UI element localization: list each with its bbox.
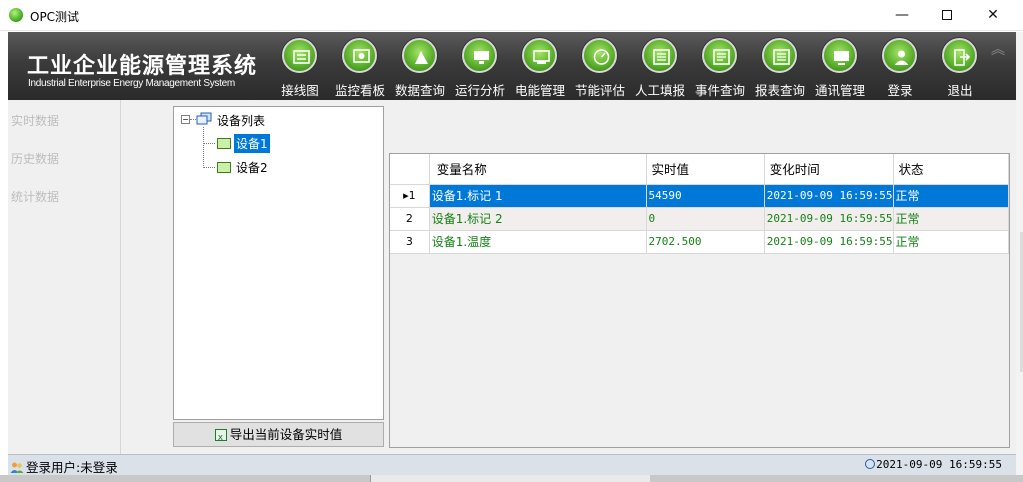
run-analysis-icon (462, 38, 497, 73)
collapse-header-icon[interactable]: ︽ (986, 38, 1010, 62)
data-query-icon (402, 38, 437, 73)
tree-root-label[interactable]: 设备列表 (217, 112, 265, 129)
table-row[interactable]: 2 设备1.标记 2 0 2021-09-09 16:59:55 正常 (390, 207, 1010, 231)
report-query-icon (762, 38, 797, 73)
communication-icon (822, 38, 857, 73)
device-list-icon (196, 112, 212, 126)
nav-item-report-query[interactable]: 报表查询 (750, 36, 810, 100)
row-header[interactable]: 3 (390, 230, 430, 254)
nav-item-communication[interactable]: 通讯管理 (810, 36, 870, 100)
window-title: OPC测试 (30, 10, 80, 24)
maximize-icon (942, 10, 952, 20)
cell-status[interactable]: 正常 (893, 207, 1010, 231)
event-query-icon (702, 38, 737, 73)
nav-item-energy-saving[interactable]: 节能评估 (570, 36, 630, 100)
login-icon (882, 38, 917, 73)
status-user-label: 登录用户:未登录 (26, 460, 118, 475)
exit-icon (942, 38, 977, 73)
energy-management-icon (522, 38, 557, 73)
excel-icon (214, 427, 227, 450)
window-title-bar: OPC测试 — ✕ (0, 0, 1023, 31)
col-header-value[interactable]: 实时值 (646, 154, 765, 185)
window-edge (1016, 32, 1023, 475)
cell-value[interactable]: 0 (646, 207, 765, 231)
energy-saving-icon (582, 38, 617, 73)
row-header[interactable]: 2 (390, 207, 430, 231)
device-icon (217, 138, 231, 149)
left-menu-item-history[interactable]: 历史数据 (11, 150, 59, 167)
col-header-name[interactable]: 变量名称 (429, 154, 647, 185)
tree-collapse-toggle[interactable]: − (181, 115, 190, 124)
users-icon (10, 461, 24, 474)
nav-item-manual-entry[interactable]: 人工填报 (630, 36, 690, 100)
wiring-diagram-icon (282, 38, 317, 73)
table-row[interactable]: 3 设备1.温度 2702.500 2021-09-09 16:59:55 正常 (390, 230, 1010, 254)
left-menu-item-realtime[interactable]: 实时数据 (11, 112, 59, 129)
cell-name[interactable]: 设备1.标记 2 (429, 207, 647, 231)
export-realtime-button[interactable]: 导出当前设备实时值 (173, 422, 384, 450)
cell-name[interactable]: 设备1.标记 1 (429, 184, 647, 208)
tree-item-device-2[interactable]: 设备2 (234, 158, 270, 177)
nav-item-event-query[interactable]: 事件查询 (690, 36, 750, 100)
grid-corner-cell[interactable] (390, 154, 430, 185)
nav-item-wiring-diagram[interactable]: 接线图 (270, 36, 330, 100)
col-header-status[interactable]: 状态 (893, 154, 1010, 185)
clock-icon (865, 459, 876, 469)
nav-item-exit[interactable]: 退出 (930, 36, 990, 100)
cell-name[interactable]: 设备1.温度 (429, 230, 647, 254)
left-menu-item-statistics[interactable]: 统计数据 (11, 188, 59, 205)
cell-value[interactable]: 54590 (646, 184, 765, 208)
export-button-label: 导出当前设备实时值 (229, 427, 343, 442)
left-menu: 实时数据 历史数据 统计数据 (8, 100, 121, 454)
device-tree: − 设备列表 设备1 设备2 (173, 106, 384, 420)
maximize-button[interactable] (924, 0, 970, 31)
monitor-board-icon (342, 38, 377, 73)
nav-item-energy-management[interactable]: 电能管理 (510, 36, 570, 100)
nav-item-data-query[interactable]: 数据查询 (390, 36, 450, 100)
grid-header-row: 变量名称 实时值 变化时间 状态 (390, 154, 1010, 185)
nav-item-run-analysis[interactable]: 运行分析 (450, 36, 510, 100)
manual-entry-icon (642, 38, 677, 73)
status-bar: 登录用户:未登录 2021-09-09 16:59:55 (8, 454, 1016, 475)
nav-item-label: 退出 (947, 83, 973, 98)
minimize-button[interactable]: — (879, 0, 925, 31)
nav-item-login[interactable]: 登录 (870, 36, 930, 100)
background-window-strip (0, 475, 1023, 482)
status-user: 登录用户:未登录 (10, 457, 118, 476)
tree-item-device-1[interactable]: 设备1 (234, 134, 270, 153)
cell-value[interactable]: 2702.500 (646, 230, 765, 254)
app-name: 工业企业能源管理系统 (27, 54, 258, 79)
status-time: 2021-09-09 16:59:55 (865, 458, 1002, 471)
app-subname: Industrial Enterprise Energy Management … (28, 78, 235, 89)
col-header-time[interactable]: 变化时间 (764, 154, 894, 185)
cell-time[interactable]: 2021-09-09 16:59:55 (764, 184, 894, 208)
tree-line (203, 143, 215, 144)
nav-item-monitor-board[interactable]: 监控看板 (330, 36, 390, 100)
app-header: 工业企业能源管理系统 Industrial Enterprise Energy … (8, 32, 1016, 100)
cell-status[interactable]: 正常 (893, 184, 1010, 208)
close-button[interactable]: ✕ (970, 0, 1016, 31)
tree-line (203, 167, 215, 168)
app-icon (9, 8, 23, 22)
device-icon (217, 162, 231, 173)
cell-time[interactable]: 2021-09-09 16:59:55 (764, 207, 894, 231)
cell-status[interactable]: 正常 (893, 230, 1010, 254)
cell-time[interactable]: 2021-09-09 16:59:55 (764, 230, 894, 254)
table-row[interactable]: ▸1 设备1.标记 1 54590 2021-09-09 16:59:55 正常 (390, 184, 1010, 208)
realtime-data-grid: 变量名称 实时值 变化时间 状态 ▸1 设备1.标记 1 54590 2021-… (389, 153, 1010, 448)
status-time-label: 2021-09-09 16:59:55 (876, 458, 1002, 471)
tree-line (203, 127, 204, 168)
row-header[interactable]: ▸1 (390, 184, 430, 208)
